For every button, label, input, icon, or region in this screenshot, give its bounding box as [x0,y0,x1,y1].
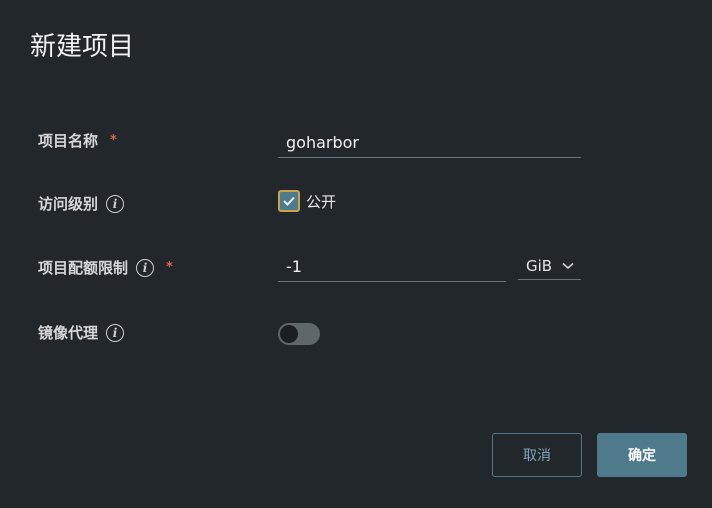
public-checkbox-label: 公开 [306,192,337,211]
info-icon[interactable]: i [136,258,155,277]
chevron-down-icon [562,262,574,269]
proxy-cache-toggle[interactable] [278,323,320,345]
access-level-label-text: 访问级别 [38,195,99,213]
info-icon[interactable]: i [106,194,125,213]
project-name-label-text: 项目名称 [38,132,99,150]
public-checkbox-group[interactable]: 公开 [278,190,336,212]
project-name-input[interactable]: goharbor [278,128,581,158]
checkmark-icon [283,196,295,206]
quota-label: 项目配额限制 i * [38,257,173,278]
proxy-cache-label: 镜像代理 i [38,322,125,343]
quota-unit-value: GiB [526,256,553,275]
public-checkbox[interactable] [278,190,300,212]
required-mark: * [110,133,117,148]
proxy-cache-label-text: 镜像代理 [38,324,99,342]
quota-value: -1 [286,257,302,276]
required-mark: * [166,260,173,275]
ok-button[interactable]: 确定 [597,433,687,477]
quota-unit-select[interactable]: GiB [518,252,581,280]
info-icon[interactable]: i [106,323,125,342]
dialog-title: 新建项目 [30,32,135,62]
project-name-label: 项目名称 * [38,130,117,151]
quota-label-text: 项目配额限制 [38,259,129,277]
cancel-button[interactable]: 取消 [492,433,582,477]
quota-input[interactable]: -1 [278,252,506,282]
toggle-knob [280,325,298,343]
access-level-label: 访问级别 i [38,193,125,214]
project-name-value: goharbor [286,133,359,152]
